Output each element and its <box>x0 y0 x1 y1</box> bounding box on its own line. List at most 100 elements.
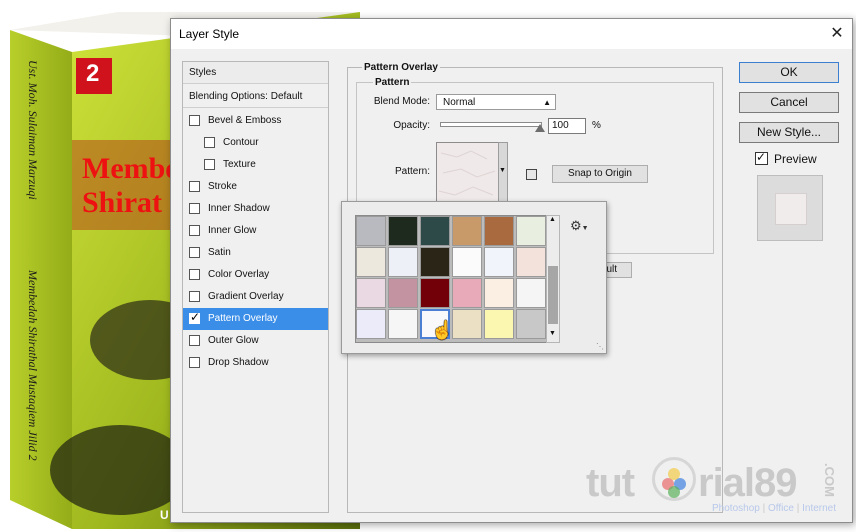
pattern-swatch[interactable] <box>388 309 418 339</box>
opacity-slider-thumb[interactable] <box>535 124 545 132</box>
scroll-thumb[interactable] <box>548 266 558 324</box>
pattern-swatch[interactable] <box>356 247 386 277</box>
opacity-label: Opacity: <box>393 120 430 131</box>
style-item-label: Color Overlay <box>208 269 270 280</box>
pattern-swatch[interactable] <box>484 247 514 277</box>
pattern-swatch[interactable] <box>516 216 546 246</box>
pattern-swatch[interactable] <box>516 247 546 277</box>
book-title-line1: Membe <box>82 152 179 185</box>
pattern-swatch[interactable] <box>420 216 450 246</box>
style-checkbox[interactable] <box>189 357 200 368</box>
pattern-dropdown-button[interactable]: ▼ <box>498 142 508 206</box>
style-item-texture[interactable]: Texture <box>183 154 328 176</box>
style-checkbox[interactable] <box>189 181 200 192</box>
checkmark-icon: ✓ <box>190 310 201 324</box>
style-checkbox[interactable]: ✓ <box>189 310 201 324</box>
style-item-label: Stroke <box>208 181 237 192</box>
scroll-down-icon[interactable]: ▼ <box>549 330 556 337</box>
pattern-swatch[interactable] <box>356 278 386 308</box>
snap-to-origin-button[interactable]: Snap to Origin <box>552 165 648 183</box>
preview-checkbox[interactable]: ✓ <box>755 150 768 165</box>
style-item-stroke[interactable]: Stroke <box>183 176 328 198</box>
opacity-slider-track <box>440 122 542 127</box>
pattern-swatch[interactable] <box>516 278 546 308</box>
style-preview-swatch <box>775 193 807 225</box>
updown-arrow-icon: ▲ <box>543 98 551 107</box>
opacity-slider[interactable] <box>440 120 545 132</box>
opacity-unit: % <box>592 120 601 131</box>
style-item-satin[interactable]: Satin <box>183 242 328 264</box>
style-checkbox[interactable] <box>189 335 200 346</box>
blending-options-item[interactable]: Blending Options: Default <box>183 86 328 108</box>
style-item-label: Gradient Overlay <box>208 291 284 302</box>
new-preset-icon[interactable] <box>526 169 537 180</box>
style-checkbox[interactable] <box>189 269 200 280</box>
checkmark-icon: ✓ <box>756 150 767 164</box>
style-item-label: Pattern Overlay <box>208 313 278 324</box>
style-item-contour[interactable]: Contour <box>183 132 328 154</box>
hand-cursor-icon: ☝ <box>431 320 454 340</box>
style-checkbox[interactable] <box>189 203 200 214</box>
styles-header[interactable]: Styles <box>183 62 328 84</box>
style-item-drop-shadow[interactable]: Drop Shadow <box>183 352 328 374</box>
book-title-line2: Shirat <box>82 186 163 219</box>
pattern-swatch[interactable] <box>452 247 482 277</box>
pattern-swatch[interactable] <box>420 247 450 277</box>
pattern-overlay-group-title: Pattern Overlay <box>362 62 440 73</box>
style-item-inner-glow[interactable]: Inner Glow <box>183 220 328 242</box>
pattern-picker-popup: ▲ ▼ ⚙▼ ⋱ <box>341 201 607 354</box>
dialog-titlebar: Layer Style ✕ <box>171 19 852 49</box>
style-item-label: Inner Shadow <box>208 203 270 214</box>
watermark-text-left: tut <box>586 461 635 505</box>
book-bottom-text: U <box>160 508 169 522</box>
preview-label: Preview <box>774 152 817 166</box>
watermark-text-right: rial89 <box>698 461 798 505</box>
scroll-up-icon[interactable]: ▲ <box>549 216 556 223</box>
pattern-swatch[interactable] <box>388 216 418 246</box>
tagline-sep-1: | <box>762 503 766 514</box>
style-checkbox[interactable] <box>189 291 200 302</box>
opacity-input[interactable]: 100 <box>548 118 586 134</box>
pattern-swatch[interactable] <box>484 216 514 246</box>
pattern-swatch[interactable] <box>420 278 450 308</box>
style-item-gradient-overlay[interactable]: Gradient Overlay <box>183 286 328 308</box>
pattern-swatch[interactable] <box>388 247 418 277</box>
tagline-internet: Internet <box>802 503 837 514</box>
style-item-bevel-emboss[interactable]: Bevel & Emboss <box>183 110 328 132</box>
cancel-button[interactable]: Cancel <box>739 92 839 113</box>
pattern-swatch[interactable] <box>484 278 514 308</box>
pattern-swatch[interactable] <box>356 309 386 339</box>
style-checkbox[interactable] <box>204 137 215 148</box>
pattern-swatch[interactable] <box>452 216 482 246</box>
pattern-swatch[interactable] <box>516 309 546 339</box>
style-item-label: Bevel & Emboss <box>208 115 282 126</box>
style-checkbox[interactable] <box>189 115 200 126</box>
tagline-photoshop: Photoshop <box>712 503 760 514</box>
tagline-sep-2: | <box>796 503 800 514</box>
picker-scrollbar[interactable]: ▲ ▼ <box>546 215 560 343</box>
style-item-pattern-overlay[interactable]: ✓ Pattern Overlay <box>183 308 328 330</box>
style-item-inner-shadow[interactable]: Inner Shadow <box>183 198 328 220</box>
styles-list-panel: Styles Blending Options: Default Bevel &… <box>182 61 329 513</box>
pattern-swatch[interactable] <box>484 309 514 339</box>
gear-icon[interactable]: ⚙▼ <box>570 218 589 234</box>
book-number: 2 <box>86 60 100 87</box>
style-checkbox[interactable] <box>189 247 200 258</box>
style-checkbox[interactable] <box>189 225 200 236</box>
close-icon[interactable]: ✕ <box>822 19 852 49</box>
pattern-label: Pattern: <box>394 166 430 177</box>
pattern-swatch[interactable] <box>452 278 482 308</box>
style-checkbox[interactable] <box>204 159 215 170</box>
style-preview-box <box>757 175 823 241</box>
style-item-color-overlay[interactable]: Color Overlay <box>183 264 328 286</box>
style-item-label: Drop Shadow <box>208 357 269 368</box>
style-item-outer-glow[interactable]: Outer Glow <box>183 330 328 352</box>
blend-mode-select[interactable]: Normal ▲ <box>436 94 556 110</box>
ok-button[interactable]: OK <box>739 62 839 83</box>
pattern-swatch[interactable] <box>356 216 386 246</box>
pattern-thumbnail[interactable] <box>436 142 500 206</box>
pattern-swatch[interactable] <box>388 278 418 308</box>
pattern-swatch[interactable] <box>452 309 482 339</box>
new-style-button[interactable]: New Style... <box>739 122 839 143</box>
resize-grip-icon[interactable]: ⋱ <box>596 342 604 351</box>
